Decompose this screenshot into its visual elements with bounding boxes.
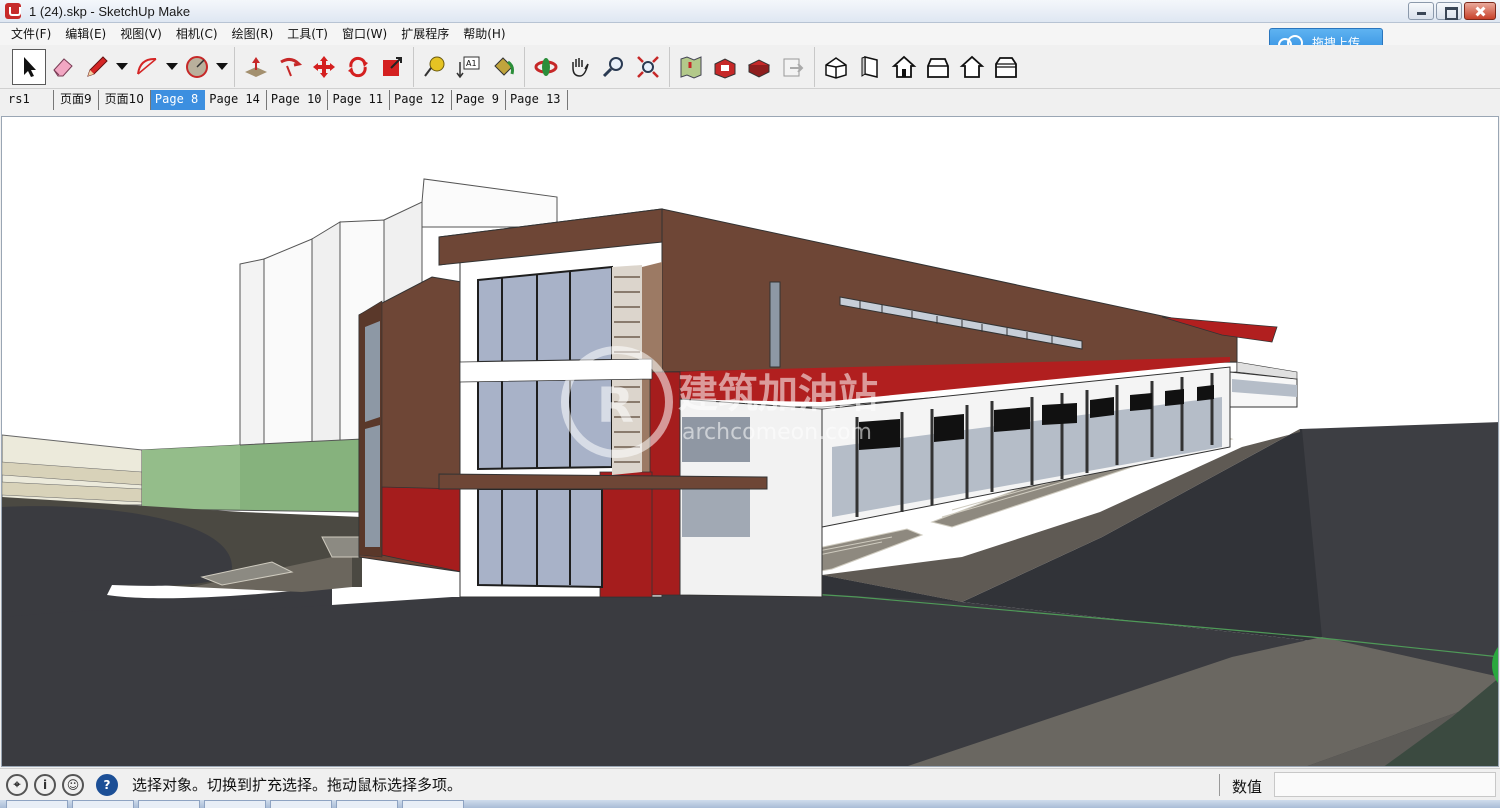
map-icon[interactable] (674, 49, 708, 85)
watermark-en-text: archcomeon.com (682, 420, 872, 445)
sketchup-window: 1 (24).skp - SketchUp Make 文件(F) 编辑(E) 视… (0, 0, 1500, 808)
minimize-icon[interactable] (1408, 2, 1434, 20)
taskbar-item[interactable] (336, 800, 398, 808)
scale-tool-icon[interactable] (375, 49, 409, 85)
view-tools-group (814, 46, 1027, 87)
rotate-tool-icon[interactable] (341, 49, 375, 85)
warehouse-icon[interactable] (708, 49, 742, 85)
menu-edit[interactable]: 编辑(E) (58, 23, 113, 45)
tape-measure-tool-icon[interactable] (418, 49, 452, 85)
edit-tools-group (234, 46, 413, 87)
follow-me-tool-icon[interactable] (273, 49, 307, 85)
select-tool-icon[interactable] (12, 48, 46, 85)
restore-icon[interactable] (1436, 2, 1462, 20)
move-tool-icon[interactable] (307, 49, 341, 85)
tab-page-12[interactable]: Page 12 (390, 90, 452, 110)
pencil-dropdown-icon[interactable] (114, 49, 130, 85)
shape-tool-icon[interactable] (180, 49, 214, 85)
menu-tools[interactable]: 工具(T) (280, 23, 335, 45)
window-controls (1408, 2, 1496, 20)
menu-camera[interactable]: 相机(C) (169, 23, 225, 45)
tab-page-9[interactable]: Page 9 (452, 90, 506, 110)
extension-warehouse-icon[interactable] (742, 49, 776, 85)
text-tool-label: A1 (466, 59, 477, 68)
title-bar: 1 (24).skp - SketchUp Make (0, 0, 1500, 23)
tab-page-13[interactable]: Page 13 (506, 90, 568, 110)
model-viewport[interactable]: R 建筑加油站 archcomeon.com (1, 116, 1499, 767)
paint-bucket-tool-icon[interactable] (486, 49, 520, 85)
top-view-icon[interactable] (853, 49, 887, 85)
taskbar-item[interactable] (270, 800, 332, 808)
status-message: 选择对象。切换到扩充选择。拖动鼠标选择多项。 (132, 776, 463, 794)
arc-dropdown-icon[interactable] (164, 49, 180, 85)
pencil-tool-icon[interactable] (80, 49, 114, 85)
taskbar-item[interactable] (138, 800, 200, 808)
taskbar-item[interactable] (204, 800, 266, 808)
right-view-icon[interactable] (921, 49, 955, 85)
push-pull-tool-icon[interactable] (239, 49, 273, 85)
zoom-extents-tool-icon[interactable] (631, 49, 665, 85)
camera-tools-group (524, 46, 669, 87)
menu-extensions[interactable]: 扩展程序 (394, 23, 456, 45)
menu-window[interactable]: 窗口(W) (335, 23, 394, 45)
model-scene: R 建筑加油站 archcomeon.com (2, 178, 1498, 766)
menu-draw[interactable]: 绘图(R) (225, 23, 281, 45)
iso-view-icon[interactable] (819, 49, 853, 85)
arc-tool-icon[interactable] (130, 49, 164, 85)
menu-help[interactable]: 帮助(H) (456, 23, 512, 45)
taskbar-item[interactable] (72, 800, 134, 808)
os-taskbar (0, 800, 1500, 808)
construction-tools-group: A1 (413, 46, 524, 87)
menu-view[interactable]: 视图(V) (113, 23, 169, 45)
measurements-input[interactable] (1274, 772, 1496, 797)
left-wing-building (358, 276, 463, 573)
sketchup-logo-icon (5, 3, 21, 19)
pan-tool-icon[interactable] (563, 49, 597, 85)
tab-page9-cn[interactable]: 页面9 (54, 90, 99, 110)
shape-dropdown-icon[interactable] (214, 49, 230, 85)
geolocation-icon[interactable]: ⌖ (6, 773, 28, 796)
svg-text:R: R (597, 378, 634, 434)
text-tool-icon[interactable]: A1 (452, 49, 486, 85)
back-view-icon[interactable] (955, 49, 989, 85)
left-view-icon[interactable] (989, 49, 1023, 85)
warehouse-tools-group (669, 46, 814, 87)
taskbar-item[interactable] (6, 800, 68, 808)
layout-icon[interactable] (776, 49, 810, 85)
zoom-tool-icon[interactable] (597, 49, 631, 85)
status-bar: ⌖ i ☺ ? 选择对象。切换到扩充选择。拖动鼠标选择多项。 数值 (0, 768, 1500, 800)
main-toolbar: A1 (0, 45, 1500, 89)
window-title: 1 (24).skp - SketchUp Make (29, 3, 191, 19)
tab-page-11[interactable]: Page 11 (328, 90, 391, 110)
orbit-tool-icon[interactable] (529, 49, 563, 85)
tab-rs1[interactable]: rs1 (4, 90, 54, 110)
tab-page-8[interactable]: Page 8 (150, 90, 206, 110)
close-icon[interactable] (1464, 2, 1496, 20)
eraser-tool-icon[interactable] (46, 49, 80, 85)
tab-page10-cn[interactable]: 页面10 (99, 90, 151, 110)
scene-tabs: rs1 页面9 页面10 Page 8 Page 14 Page 10 Page… (0, 90, 1500, 110)
measurements-label: 数值 (1232, 778, 1263, 796)
status-divider (1219, 774, 1220, 796)
taskbar-item[interactable] (402, 800, 464, 808)
menu-file[interactable]: 文件(F) (4, 23, 58, 45)
user-icon[interactable]: ☺ (62, 773, 84, 796)
watermark-cn-text: 建筑加油站 (678, 371, 878, 417)
tab-page-10[interactable]: Page 10 (267, 90, 329, 110)
credits-icon[interactable]: i (34, 773, 56, 796)
help-icon[interactable]: ? (96, 773, 118, 796)
tab-page-14[interactable]: Page 14 (205, 90, 267, 110)
front-view-icon[interactable] (887, 49, 921, 85)
drawing-tools-group (8, 47, 234, 87)
